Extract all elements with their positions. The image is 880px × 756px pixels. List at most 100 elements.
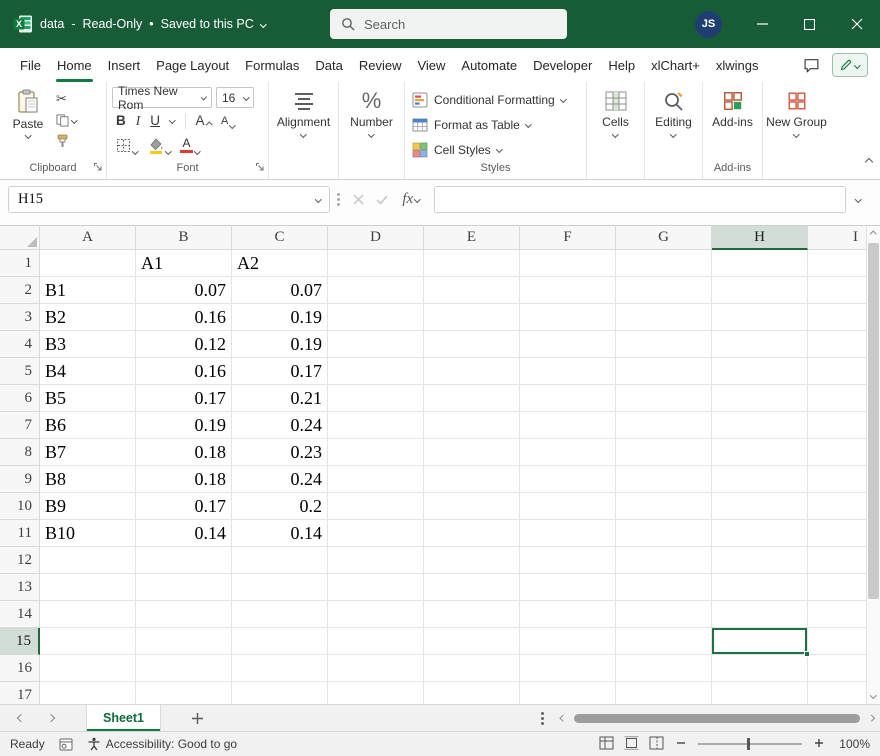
borders-button[interactable]	[116, 138, 138, 153]
cell-A3[interactable]: B2	[40, 304, 136, 331]
cell-B10[interactable]: 0.17	[136, 493, 232, 520]
font-size-combo[interactable]: 16	[216, 87, 254, 108]
macro-record-button[interactable]	[59, 738, 73, 751]
cell-D2[interactable]	[328, 277, 424, 304]
cell-I14[interactable]	[808, 601, 866, 628]
normal-view-button[interactable]	[599, 736, 614, 753]
cell-C13[interactable]	[232, 574, 328, 601]
cell-H8[interactable]	[712, 439, 808, 466]
formula-input[interactable]	[434, 186, 846, 213]
cell-G3[interactable]	[616, 304, 712, 331]
cell-E10[interactable]	[424, 493, 520, 520]
cell-F10[interactable]	[520, 493, 616, 520]
column-header-B[interactable]: B	[136, 226, 232, 250]
column-header-H[interactable]: H	[712, 226, 808, 250]
vertical-scrollbar[interactable]	[866, 226, 880, 704]
cell-D10[interactable]	[328, 493, 424, 520]
cell-E2[interactable]	[424, 277, 520, 304]
cell-H5[interactable]	[712, 358, 808, 385]
save-status-chevron-icon[interactable]	[260, 21, 266, 27]
cell-A7[interactable]: B6	[40, 412, 136, 439]
cell-D14[interactable]	[328, 601, 424, 628]
cell-I9[interactable]	[808, 466, 866, 493]
cell-H4[interactable]	[712, 331, 808, 358]
font-color-button[interactable]: A	[180, 138, 200, 153]
cell-D8[interactable]	[328, 439, 424, 466]
cell-C11[interactable]: 0.14	[232, 520, 328, 547]
cell-styles-button[interactable]: Cell Styles	[410, 137, 581, 162]
row-header-11[interactable]: 11	[0, 520, 40, 547]
tab-home[interactable]: Home	[49, 48, 100, 82]
cell-I11[interactable]	[808, 520, 866, 547]
cell-B1[interactable]: A1	[136, 250, 232, 277]
cell-D5[interactable]	[328, 358, 424, 385]
horizontal-scrollbar[interactable]	[556, 714, 880, 723]
cell-G6[interactable]	[616, 385, 712, 412]
cell-B3[interactable]: 0.16	[136, 304, 232, 331]
search-bar[interactable]	[330, 9, 567, 39]
cell-G5[interactable]	[616, 358, 712, 385]
cell-G7[interactable]	[616, 412, 712, 439]
cell-A6[interactable]: B5	[40, 385, 136, 412]
cell-H17[interactable]	[712, 682, 808, 704]
column-header-E[interactable]: E	[424, 226, 520, 250]
tab-developer[interactable]: Developer	[525, 48, 600, 82]
font-dialog-launcher[interactable]	[255, 160, 265, 175]
cell-G17[interactable]	[616, 682, 712, 704]
cell-G15[interactable]	[616, 628, 712, 655]
zoom-slider[interactable]	[698, 743, 802, 745]
editing-mode-button[interactable]	[832, 53, 868, 77]
cell-E14[interactable]	[424, 601, 520, 628]
cell-I5[interactable]	[808, 358, 866, 385]
cell-A2[interactable]: B1	[40, 277, 136, 304]
row-header-1[interactable]: 1	[0, 250, 40, 277]
cell-I16[interactable]	[808, 655, 866, 682]
cell-G16[interactable]	[616, 655, 712, 682]
cell-D11[interactable]	[328, 520, 424, 547]
cell-C2[interactable]: 0.07	[232, 277, 328, 304]
cell-D3[interactable]	[328, 304, 424, 331]
cell-D15[interactable]	[328, 628, 424, 655]
cell-H11[interactable]	[712, 520, 808, 547]
cell-E15[interactable]	[424, 628, 520, 655]
cell-H2[interactable]	[712, 277, 808, 304]
font-name-combo[interactable]: Times New Rom	[112, 87, 212, 108]
cell-B5[interactable]: 0.16	[136, 358, 232, 385]
cell-E7[interactable]	[424, 412, 520, 439]
cell-A4[interactable]: B3	[40, 331, 136, 358]
enter-button[interactable]	[370, 195, 394, 205]
cell-F4[interactable]	[520, 331, 616, 358]
cell-G11[interactable]	[616, 520, 712, 547]
cell-A14[interactable]	[40, 601, 136, 628]
cell-B2[interactable]: 0.07	[136, 277, 232, 304]
cell-G12[interactable]	[616, 547, 712, 574]
cell-F1[interactable]	[520, 250, 616, 277]
accessibility-checker[interactable]: Accessibility: Good to go	[87, 737, 237, 751]
cell-D12[interactable]	[328, 547, 424, 574]
tab-xlchart[interactable]: xlChart+	[643, 48, 708, 82]
cell-B4[interactable]: 0.12	[136, 331, 232, 358]
scroll-left-button[interactable]	[556, 716, 570, 721]
clipboard-dialog-launcher[interactable]	[93, 160, 103, 175]
cell-I6[interactable]	[808, 385, 866, 412]
cell-B7[interactable]: 0.19	[136, 412, 232, 439]
select-all-button[interactable]	[0, 226, 40, 250]
tab-xlwings[interactable]: xlwings	[708, 48, 767, 82]
cell-D13[interactable]	[328, 574, 424, 601]
addins-button[interactable]: Add-ins	[708, 87, 757, 129]
cell-E1[interactable]	[424, 250, 520, 277]
column-header-F[interactable]: F	[520, 226, 616, 250]
sheet-options-button[interactable]	[537, 712, 548, 725]
cell-E11[interactable]	[424, 520, 520, 547]
cell-D7[interactable]	[328, 412, 424, 439]
excel-logo-icon[interactable]: X	[13, 14, 33, 34]
row-header-3[interactable]: 3	[0, 304, 40, 331]
cell-C5[interactable]: 0.17	[232, 358, 328, 385]
scroll-right-button[interactable]	[864, 716, 878, 721]
cell-E5[interactable]	[424, 358, 520, 385]
cell-C16[interactable]	[232, 655, 328, 682]
increase-font-button[interactable]: A	[196, 114, 212, 128]
row-header-2[interactable]: 2	[0, 277, 40, 304]
cancel-button[interactable]	[346, 194, 370, 205]
next-sheet-button[interactable]	[47, 714, 55, 722]
